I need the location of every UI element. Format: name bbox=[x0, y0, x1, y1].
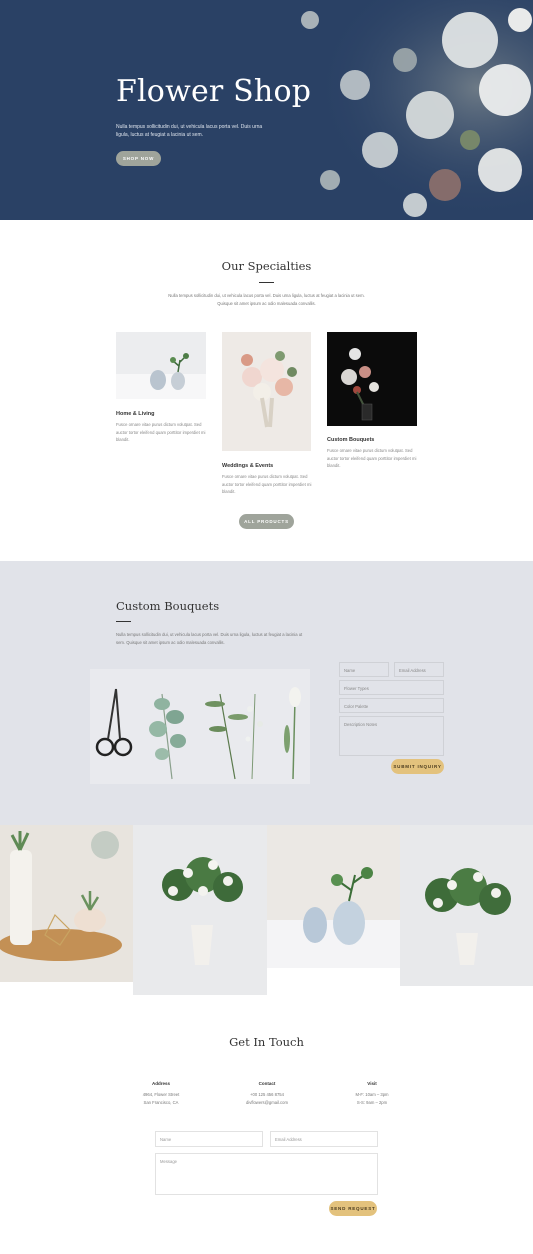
all-products-button[interactable]: All Products bbox=[239, 514, 294, 529]
shop-now-button[interactable]: Shop Now bbox=[116, 151, 161, 166]
send-request-button[interactable]: Send Request bbox=[329, 1201, 377, 1216]
address-label: Address bbox=[151, 1081, 170, 1086]
contact-section: Get In Touch Address 4964, Flower Street… bbox=[0, 1000, 533, 1254]
color-palette-input[interactable]: Color Palette bbox=[339, 698, 444, 713]
custom-bouquets-image bbox=[327, 332, 417, 426]
gallery-image-vases bbox=[267, 825, 400, 968]
description-notes-textarea[interactable]: Description Notes bbox=[339, 716, 444, 756]
hours-line: M-F: 10am – 3pm bbox=[355, 1092, 389, 1097]
contact-name-input[interactable]: Name bbox=[155, 1131, 263, 1147]
hero-flower-image bbox=[260, 0, 533, 220]
submit-inquiry-button[interactable]: Submit Inquiry bbox=[391, 759, 444, 774]
gallery-section bbox=[0, 825, 533, 1000]
title-divider bbox=[259, 282, 274, 283]
card-text: Fusce ornare vitae purus dictum volutpat… bbox=[327, 448, 417, 468]
contact-title: Get In Touch bbox=[229, 1035, 304, 1049]
botanical-cuttings-image bbox=[90, 669, 310, 784]
card-text: Fusce ornare vitae purus dictum volutpat… bbox=[222, 474, 312, 494]
gallery-image-succulents bbox=[0, 825, 133, 982]
hero-section: Flower Shop Nulla tempus sollicitudin du… bbox=[0, 0, 533, 220]
home-living-image bbox=[116, 332, 206, 399]
card-title: Weddings & Events bbox=[222, 463, 274, 469]
message-textarea[interactable]: Message bbox=[155, 1153, 378, 1195]
hero-title: Flower Shop bbox=[116, 74, 312, 109]
custom-bouquets-section: Custom Bouquets Nulla tempus sollicitudi… bbox=[0, 561, 533, 825]
flower-types-input[interactable]: Flower Types bbox=[339, 680, 444, 695]
weddings-events-image bbox=[222, 332, 311, 451]
hero-description: Nulla tempus sollicitudin dui, ut vehicu… bbox=[116, 124, 263, 138]
specialties-intro: Nulla tempus sollicitudin dui, ut vehicu… bbox=[168, 293, 365, 306]
contact-email-input[interactable]: Email Address bbox=[270, 1131, 378, 1147]
card-title: Custom Bouquets bbox=[327, 437, 375, 443]
gallery-image-bouquet-vase bbox=[400, 825, 533, 986]
hours-line: S-S: 9am – 2pm bbox=[356, 1100, 388, 1105]
specialties-section: Our Specialties Nulla tempus sollicitudi… bbox=[0, 220, 533, 561]
gallery-image-white-bouquet bbox=[133, 825, 267, 995]
title-divider bbox=[116, 621, 131, 622]
bouquet-email-input[interactable]: Email Address bbox=[394, 662, 444, 677]
bouquet-name-input[interactable]: Name bbox=[339, 662, 389, 677]
address-line: San Francisco, CA bbox=[143, 1100, 179, 1105]
contact-label: Contact bbox=[258, 1081, 276, 1086]
bouquets-title: Custom Bouquets bbox=[116, 599, 220, 613]
email-address[interactable]: divflowers@gmail.com bbox=[227, 1100, 307, 1105]
address-line: 4964, Flower Street bbox=[142, 1092, 180, 1097]
specialties-title: Our Specialties bbox=[221, 259, 312, 273]
card-text: Fusce ornare vitae purus dictum volutpat… bbox=[116, 422, 206, 442]
bouquets-intro: Nulla tempus sollicitudin dui, ut vehicu… bbox=[116, 632, 303, 645]
card-title: Home & Living bbox=[116, 411, 155, 417]
visit-label: Visit bbox=[367, 1081, 377, 1086]
phone-number: +00 125 456 8754 bbox=[250, 1092, 284, 1097]
